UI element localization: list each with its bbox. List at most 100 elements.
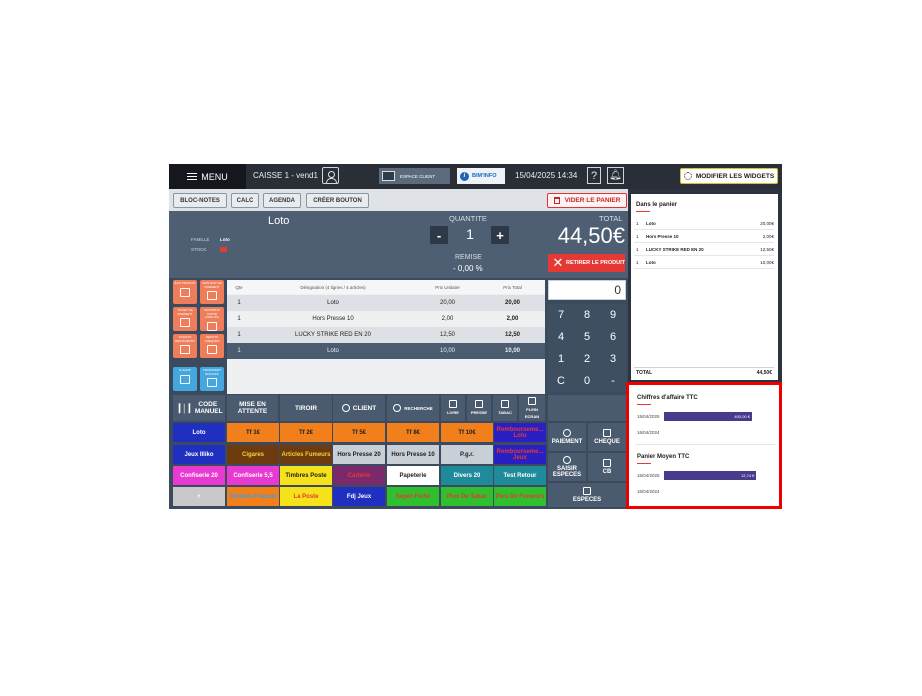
- table-row[interactable]: 1 Loto 20,00 20,00: [227, 295, 545, 311]
- product-button[interactable]: Tf 8€: [387, 423, 439, 442]
- shortcut-tile[interactable]: SHOPPING CARTE FIDELITE: [200, 307, 224, 331]
- agenda-button[interactable]: AGENDA: [263, 193, 301, 208]
- hamburger-icon: [187, 171, 198, 182]
- table-row-selected[interactable]: 1 Loto 10,00 10,00: [227, 343, 545, 359]
- drawer-button[interactable]: TIROIR: [280, 395, 332, 421]
- discount-value[interactable]: - 0,00 %: [453, 264, 483, 273]
- product-button[interactable]: Cigares: [227, 445, 279, 464]
- average-basket-bar: 12,74 €: [664, 471, 757, 480]
- product-button[interactable]: Confiserie 20: [173, 466, 225, 485]
- tabac-button[interactable]: TABAC: [493, 395, 517, 421]
- table-row[interactable]: 1 LUCKY STRIKE RED EN 20 12,50 12,50: [227, 327, 545, 343]
- shortcut-tile[interactable]: ÉCO PRODUIT: [173, 280, 197, 304]
- user-icon[interactable]: [322, 167, 339, 184]
- product-button[interactable]: Rembourseme... Jeux: [494, 445, 546, 464]
- product-button[interactable]: +: [173, 487, 225, 506]
- numpad-key-6[interactable]: 6: [600, 326, 626, 348]
- numpad-key-2[interactable]: 2: [574, 348, 600, 370]
- fullscreen-button[interactable]: PLEIN ECRAN: [519, 395, 545, 421]
- product-button[interactable]: Confiserie 5,5: [227, 466, 279, 485]
- numpad-key-1[interactable]: 1: [548, 348, 574, 370]
- shortcut-label: DÉPOTS CHÈQUES: [204, 335, 220, 343]
- product-button[interactable]: Timbres Fiscaux: [227, 487, 279, 506]
- cell-unit-price: 10,00: [439, 348, 455, 354]
- numpad-key-5[interactable]: 5: [574, 326, 600, 348]
- quantity-value[interactable]: 1: [459, 226, 481, 244]
- client-button[interactable]: CLIENT: [333, 395, 385, 421]
- modify-widgets-button[interactable]: MODIFIER LES WIDGETS: [680, 168, 778, 184]
- empty-cart-button[interactable]: VIDER LE PANIER: [547, 193, 627, 208]
- credit-card-icon: [603, 459, 611, 467]
- cheque-button[interactable]: CHEQUE: [588, 423, 626, 451]
- client-label: CLIENT: [352, 404, 377, 412]
- product-button[interactable]: Tf 2€: [280, 423, 332, 442]
- product-button[interactable]: Jeux Illiko: [173, 445, 225, 464]
- product-button[interactable]: Tf 5€: [333, 423, 385, 442]
- numpad-key-0[interactable]: 0: [574, 370, 600, 392]
- bim-info-button[interactable]: i BIM'INFO: [457, 168, 505, 184]
- product-button[interactable]: Carterie: [333, 466, 385, 485]
- create-button-button[interactable]: CRÉER BOUTON: [306, 193, 369, 208]
- product-button[interactable]: Papeterie: [387, 466, 439, 485]
- product-button[interactable]: Tf 1€: [227, 423, 279, 442]
- shortcut-tile[interactable]: TICKET DE PAIEMENT: [173, 307, 197, 331]
- quantity-decrease-button[interactable]: -: [430, 226, 448, 244]
- basket-item-price: 12,50€: [760, 247, 774, 252]
- remove-product-button[interactable]: ✕ RETIRER LE PRODUIT: [548, 254, 625, 272]
- product-button[interactable]: Timbres Poste: [280, 466, 332, 485]
- calc-button[interactable]: CALC: [231, 193, 259, 208]
- livre-button[interactable]: LIVRE: [441, 395, 465, 421]
- product-button[interactable]: Rembourseme... Loto: [494, 423, 546, 442]
- shortcut-tile[interactable]: TRANSFERT ENCAISS: [200, 367, 224, 391]
- product-button[interactable]: Fdj Jeux: [333, 487, 385, 506]
- card-button[interactable]: CB: [588, 453, 626, 481]
- shortcut-tile[interactable]: E-SHOP: [173, 367, 197, 391]
- product-button[interactable]: La Poste: [280, 487, 332, 506]
- numpad-display[interactable]: 0: [548, 280, 626, 300]
- product-name: Loto: [268, 215, 290, 227]
- family-value: Loto: [220, 237, 230, 242]
- product-button[interactable]: Divers 20: [441, 466, 493, 485]
- espace-client-button[interactable]: ESPACE CLIENT: [379, 168, 450, 184]
- basket-item-qty: 1: [636, 260, 639, 265]
- numpad-key-clear[interactable]: C: [548, 370, 574, 392]
- tobacco-icon: [501, 400, 509, 408]
- shortcut-tile[interactable]: DÉPOTS CHÈQUES: [200, 334, 224, 358]
- hold-button[interactable]: MISE EN ATTENTE: [227, 395, 278, 421]
- cheque-icon: [207, 345, 217, 354]
- payment-button[interactable]: PAIEMENT: [548, 423, 586, 451]
- product-button[interactable]: Super-Fiche: [387, 487, 439, 506]
- numpad-key-7[interactable]: 7: [548, 304, 574, 326]
- remove-product-label: RETIRER LE PRODUIT: [566, 260, 625, 266]
- column-header: Qte: [235, 284, 243, 290]
- basket-widget: Dans le panier 1 Loto 20,00€ 1 Hors Pres…: [631, 194, 778, 380]
- product-button[interactable]: Plus De Fumeurs: [494, 487, 546, 506]
- product-button[interactable]: Tf 10€: [441, 423, 493, 442]
- revenue-bar: 400,00 €: [664, 412, 752, 421]
- help-icon[interactable]: ?: [587, 167, 601, 184]
- numpad-key-3[interactable]: 3: [600, 348, 626, 370]
- product-button[interactable]: Loto: [173, 423, 225, 442]
- enter-cash-button[interactable]: SAISIR ESPECES: [548, 453, 586, 481]
- quantity-increase-button[interactable]: +: [491, 226, 509, 244]
- bell-icon[interactable]: 🔔︎: [607, 167, 624, 184]
- product-button[interactable]: P.g.r.: [441, 445, 493, 464]
- search-button[interactable]: RECHERCHE: [387, 395, 439, 421]
- numpad-key-4[interactable]: 4: [548, 326, 574, 348]
- presse-button[interactable]: PRESSE: [467, 395, 491, 421]
- manual-code-button[interactable]: ┃│┃ CODE MANUEL: [173, 395, 225, 421]
- product-button[interactable]: Hors Presse 10: [387, 445, 439, 464]
- shortcut-tile[interactable]: TICKETS RESTAURANT: [173, 334, 197, 358]
- table-row[interactable]: 1 Hors Presse 10 2,00 2,00: [227, 311, 545, 327]
- numpad-key-8[interactable]: 8: [574, 304, 600, 326]
- menu-button[interactable]: MENU: [169, 164, 246, 189]
- product-button[interactable]: Test Retour: [494, 466, 546, 485]
- product-button[interactable]: Hors Presse 20: [333, 445, 385, 464]
- bloc-notes-button[interactable]: BLOC-NOTES: [173, 193, 227, 208]
- product-button[interactable]: Articles Fumeurs: [280, 445, 332, 464]
- product-button[interactable]: Plus De Tabac: [441, 487, 493, 506]
- cash-button[interactable]: ESPECES: [548, 483, 626, 507]
- shortcut-tile[interactable]: MONTANT DE PAIEMENT: [200, 280, 224, 304]
- numpad-key-9[interactable]: 9: [600, 304, 626, 326]
- numpad-key-minus[interactable]: -: [600, 370, 626, 392]
